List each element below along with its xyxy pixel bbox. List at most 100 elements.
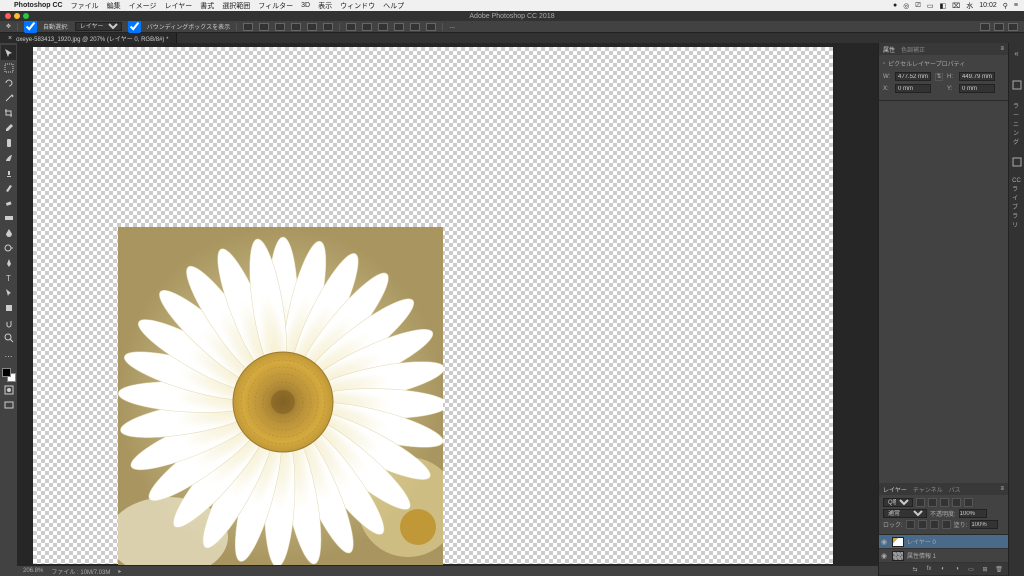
- marquee-tool[interactable]: [1, 60, 16, 75]
- learning-panel-button[interactable]: [1011, 79, 1023, 91]
- layers-menu-icon[interactable]: ≡: [1000, 486, 1004, 492]
- zoom-tool[interactable]: [1, 330, 16, 345]
- crop-tool[interactable]: [1, 105, 16, 120]
- foreground-color[interactable]: [2, 368, 11, 377]
- distribute-icon-6[interactable]: [426, 23, 436, 31]
- bounding-box-checkbox[interactable]: [128, 20, 141, 33]
- window-maximize-button[interactable]: [23, 13, 29, 19]
- zoom-level[interactable]: 206.8%: [23, 568, 43, 574]
- color-swatches[interactable]: [2, 368, 16, 382]
- layer-thumbnail-1[interactable]: [892, 551, 904, 561]
- menu-help[interactable]: ヘルプ: [383, 1, 404, 11]
- share-icon[interactable]: [1008, 23, 1018, 31]
- gradient-tool[interactable]: [1, 210, 16, 225]
- status-icon-4[interactable]: ▭: [927, 2, 934, 10]
- healing-tool[interactable]: [1, 135, 16, 150]
- workspace-icon[interactable]: [980, 23, 990, 31]
- screen-mode-button[interactable]: [1, 397, 16, 412]
- menu-icon[interactable]: ≡: [1014, 2, 1018, 9]
- blur-tool[interactable]: [1, 225, 16, 240]
- lock-image-icon[interactable]: [918, 520, 927, 529]
- link-dimensions-icon[interactable]: ⇅: [935, 73, 943, 81]
- libraries-panel-button[interactable]: [1011, 156, 1023, 168]
- artboard[interactable]: [33, 47, 833, 564]
- eraser-tool[interactable]: [1, 195, 16, 210]
- adjustments-tab[interactable]: 色調補正: [901, 45, 925, 54]
- align-icon-6[interactable]: [323, 23, 333, 31]
- delete-layer-icon[interactable]: 🗑: [994, 565, 1004, 573]
- lasso-tool[interactable]: [1, 75, 16, 90]
- align-icon-2[interactable]: [259, 23, 269, 31]
- distribute-icon-4[interactable]: [394, 23, 404, 31]
- distribute-icon-1[interactable]: [346, 23, 356, 31]
- menu-image[interactable]: イメージ: [129, 1, 157, 11]
- path-select-tool[interactable]: [1, 285, 16, 300]
- filter-smart-icon[interactable]: [964, 498, 973, 507]
- status-arrow-icon[interactable]: ▸: [118, 568, 121, 575]
- edit-toolbar-button[interactable]: ⋯: [1, 349, 16, 364]
- status-icon-5[interactable]: ◧: [940, 2, 947, 10]
- distribute-icon-2[interactable]: [362, 23, 372, 31]
- quick-mask-button[interactable]: [1, 382, 16, 397]
- layer-name-0[interactable]: レイヤー 0: [907, 537, 936, 546]
- menu-layer[interactable]: レイヤー: [164, 1, 192, 11]
- lock-all-icon[interactable]: [942, 520, 951, 529]
- move-tool[interactable]: [1, 45, 16, 60]
- hand-tool[interactable]: [1, 315, 16, 330]
- menu-filter[interactable]: フィルター: [258, 1, 293, 11]
- type-tool[interactable]: T: [1, 270, 16, 285]
- blend-mode-dropdown[interactable]: 通常: [883, 509, 927, 518]
- window-close-button[interactable]: [5, 13, 11, 19]
- link-layers-icon[interactable]: ⇆: [910, 565, 920, 573]
- layer-thumbnail-0[interactable]: [892, 537, 904, 547]
- width-input[interactable]: [895, 72, 931, 81]
- menu-select[interactable]: 選択範囲: [222, 1, 250, 11]
- auto-select-dropdown[interactable]: レイヤー: [75, 22, 122, 31]
- eyedropper-tool[interactable]: [1, 120, 16, 135]
- y-input[interactable]: [959, 84, 995, 93]
- menu-view[interactable]: 表示: [318, 1, 332, 11]
- menu-file[interactable]: ファイル: [71, 1, 99, 11]
- stamp-tool[interactable]: [1, 165, 16, 180]
- panel-menu-icon[interactable]: ≡: [1000, 46, 1004, 52]
- canvas-viewport[interactable]: [17, 43, 878, 566]
- pen-tool[interactable]: [1, 255, 16, 270]
- dodge-tool[interactable]: [1, 240, 16, 255]
- menu-type[interactable]: 書式: [200, 1, 214, 11]
- align-icon-1[interactable]: [243, 23, 253, 31]
- layer-style-icon[interactable]: fx: [924, 565, 934, 573]
- status-icon-3[interactable]: ⎚: [915, 2, 921, 10]
- fill-input[interactable]: [970, 520, 998, 529]
- shape-tool[interactable]: [1, 300, 16, 315]
- history-brush-tool[interactable]: [1, 180, 16, 195]
- filter-type-icon[interactable]: [940, 498, 949, 507]
- distribute-icon-3[interactable]: [378, 23, 388, 31]
- layers-tab[interactable]: レイヤー: [883, 485, 907, 494]
- app-menu[interactable]: Photoshop CC: [14, 2, 63, 9]
- new-layer-icon[interactable]: ⊞: [980, 565, 990, 573]
- layer-name-1[interactable]: 属性情報 1: [907, 551, 936, 560]
- brush-tool[interactable]: [1, 150, 16, 165]
- new-fill-icon[interactable]: ◑: [952, 565, 962, 573]
- filter-shape-icon[interactable]: [952, 498, 961, 507]
- channels-tab[interactable]: チャンネル: [913, 485, 943, 494]
- align-icon-5[interactable]: [307, 23, 317, 31]
- align-icon-3[interactable]: [275, 23, 285, 31]
- document-tab[interactable]: × oxeye-583413_1920.jpg @ 207% (レイヤー 0, …: [0, 33, 177, 43]
- distribute-icon-5[interactable]: [410, 23, 420, 31]
- filter-pixel-icon[interactable]: [916, 498, 925, 507]
- paths-tab[interactable]: パス: [949, 485, 961, 494]
- status-icon-2[interactable]: ◎: [903, 2, 909, 10]
- document-info[interactable]: ファイル : 10M/7.03M: [51, 567, 110, 576]
- x-input[interactable]: [895, 84, 931, 93]
- filter-adjust-icon[interactable]: [928, 498, 937, 507]
- opacity-input[interactable]: [959, 509, 987, 518]
- visibility-toggle-1[interactable]: ◉: [881, 552, 889, 560]
- search-icon[interactable]: [994, 23, 1004, 31]
- menu-window[interactable]: ウィンドウ: [340, 1, 375, 11]
- properties-tab[interactable]: 属性: [883, 45, 895, 54]
- close-tab-icon[interactable]: ×: [8, 35, 12, 42]
- layer-item-1[interactable]: ◉ 属性情報 1: [879, 549, 1008, 563]
- magic-wand-tool[interactable]: [1, 90, 16, 105]
- lock-transparent-icon[interactable]: [906, 520, 915, 529]
